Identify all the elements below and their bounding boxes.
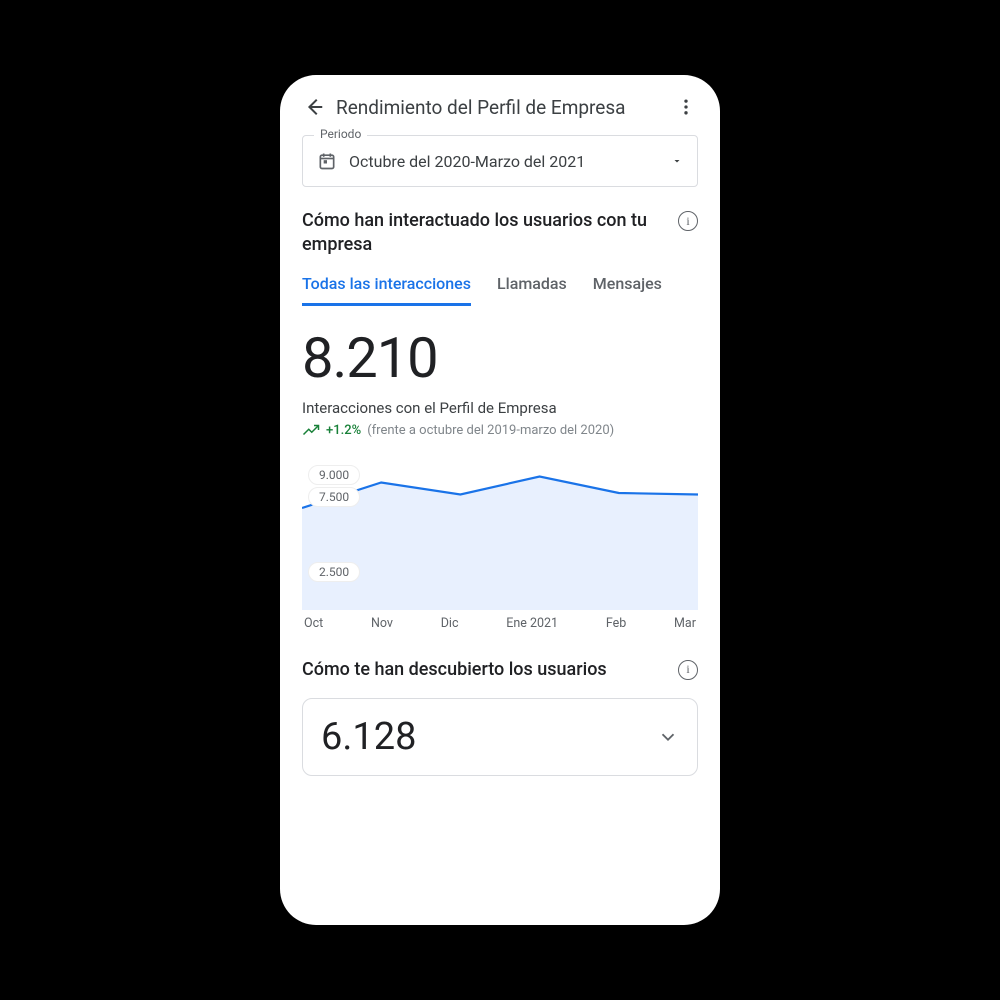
info-icon[interactable]: i <box>678 211 698 231</box>
discovery-heading: Cómo te han descubierto los usuarios <box>302 658 670 682</box>
delta-compare: (frente a octubre del 2019-marzo del 202… <box>367 423 614 438</box>
chart-ytick: 9.000 <box>308 465 360 485</box>
back-button[interactable] <box>302 95 326 119</box>
kebab-icon <box>676 97 696 117</box>
discovery-heading-row: Cómo te han descubierto los usuarios i <box>302 658 698 682</box>
chart-xtick: Dic <box>441 616 459 631</box>
interactions-chart: Oct Nov Dic Ene 2021 Feb Mar 9.0007.500 2.500 <box>302 460 698 630</box>
discovery-section: Cómo te han descubierto los usuarios i 6… <box>302 658 698 776</box>
delta-value: +1.2% <box>326 423 361 438</box>
chart-xtick: Oct <box>304 616 323 631</box>
tab-all-interactions[interactable]: Todas las interacciones <box>302 274 471 306</box>
chart-xtick: Mar <box>674 616 696 631</box>
page-title: Rendimiento del Perfil de Empresa <box>336 96 664 119</box>
discovery-total: 6.128 <box>321 715 657 759</box>
delta-row: +1.2% (frente a octubre del 2019-marzo d… <box>302 423 698 438</box>
tabs: Todas las interacciones Llamadas Mensaje… <box>302 274 698 307</box>
chevron-down-icon <box>657 726 679 748</box>
chart-svg <box>302 460 698 610</box>
chart-ytick: 7.500 <box>308 487 360 507</box>
top-bar: Rendimiento del Perfil de Empresa <box>302 95 698 119</box>
period-dropdown[interactable]: Octubre del 2020-Marzo del 2021 <box>302 135 698 187</box>
period-field: Periodo Octubre del 2020-Marzo del 2021 <box>302 135 698 187</box>
chart-xtick: Feb <box>606 616 626 631</box>
calendar-icon <box>317 151 337 171</box>
chart-xtick: Nov <box>371 616 393 631</box>
interactions-heading: Cómo han interactuado los usuarios con t… <box>302 209 670 258</box>
interactions-metric-label: Interacciones con el Perfil de Empresa <box>302 399 698 417</box>
arrow-left-icon <box>303 96 325 118</box>
caret-down-icon <box>671 155 683 167</box>
interactions-total: 8.210 <box>302 325 698 391</box>
trend-up-icon <box>302 423 320 437</box>
period-value: Octubre del 2020-Marzo del 2021 <box>349 152 659 171</box>
tab-calls[interactable]: Llamadas <box>497 274 567 306</box>
period-label: Periodo <box>314 127 367 141</box>
chart-xtick: Ene 2021 <box>506 616 558 631</box>
interactions-heading-row: Cómo han interactuado los usuarios con t… <box>302 209 698 258</box>
more-button[interactable] <box>674 95 698 119</box>
phone-frame: Rendimiento del Perfil de Empresa Period… <box>280 75 720 925</box>
info-icon[interactable]: i <box>678 660 698 680</box>
chart-ytick: 2.500 <box>308 562 360 582</box>
discovery-card[interactable]: 6.128 <box>302 698 698 776</box>
tab-messages[interactable]: Mensajes <box>593 274 662 306</box>
chart-x-labels: Oct Nov Dic Ene 2021 Feb Mar <box>302 616 698 631</box>
